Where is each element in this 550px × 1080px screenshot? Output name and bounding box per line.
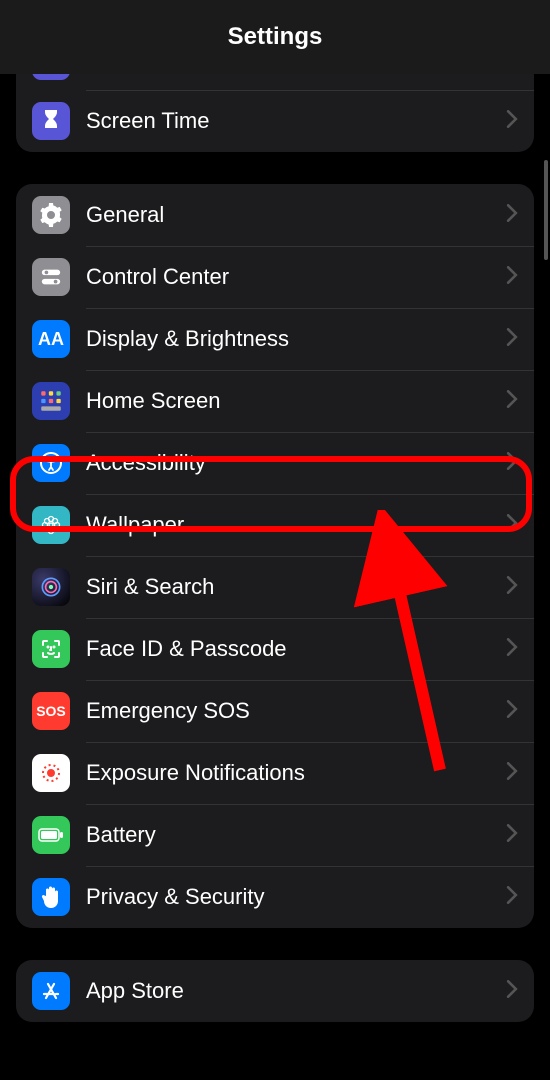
row-label: Privacy & Security <box>86 884 506 910</box>
accessibility-icon <box>32 444 70 482</box>
row-label: Display & Brightness <box>86 326 506 352</box>
chevron-right-icon <box>506 266 518 289</box>
face-id-icon <box>32 630 70 668</box>
chevron-right-icon <box>506 638 518 661</box>
row-label: Screen Time <box>86 108 506 134</box>
chevron-right-icon <box>506 204 518 227</box>
chevron-right-icon <box>506 700 518 723</box>
row-general[interactable]: General <box>16 184 534 246</box>
siri-icon <box>32 568 70 606</box>
settings-group-2: General Control Center AA Display & Brig… <box>16 184 534 928</box>
gear-icon <box>32 196 70 234</box>
settings-group-1: Focus Screen Time <box>16 74 534 152</box>
chevron-right-icon <box>506 452 518 475</box>
row-label: Exposure Notifications <box>86 760 506 786</box>
hourglass-icon <box>32 102 70 140</box>
battery-icon <box>32 816 70 854</box>
page-title: Settings <box>228 23 323 51</box>
row-siri-search[interactable]: Siri & Search <box>16 556 534 618</box>
row-app-store[interactable]: App Store <box>16 960 534 1022</box>
focus-icon <box>32 74 70 80</box>
chevron-right-icon <box>506 576 518 599</box>
text-size-icon: AA <box>32 320 70 358</box>
row-label: Siri & Search <box>86 574 506 600</box>
app-store-icon <box>32 972 70 1010</box>
row-exposure-notifications[interactable]: Exposure Notifications <box>16 742 534 804</box>
navbar: Settings <box>0 0 550 74</box>
row-label: App Store <box>86 978 506 1004</box>
hand-icon <box>32 878 70 916</box>
sos-icon: SOS <box>32 692 70 730</box>
home-grid-icon <box>32 382 70 420</box>
row-screen-time[interactable]: Screen Time <box>16 90 534 152</box>
row-label: Wallpaper <box>86 512 506 538</box>
settings-group-3: App Store <box>16 960 534 1022</box>
row-label: Accessibility <box>86 450 506 476</box>
chevron-right-icon <box>506 762 518 785</box>
row-label: Home Screen <box>86 388 506 414</box>
chevron-right-icon <box>506 110 518 133</box>
row-emergency-sos[interactable]: SOS Emergency SOS <box>16 680 534 742</box>
chevron-right-icon <box>506 824 518 847</box>
row-focus[interactable]: Focus <box>16 74 534 90</box>
row-label: Battery <box>86 822 506 848</box>
chevron-right-icon <box>506 886 518 909</box>
settings-scroll[interactable]: Focus Screen Time General <box>0 74 550 1080</box>
flower-icon <box>32 506 70 544</box>
row-label: General <box>86 202 506 228</box>
row-display-brightness[interactable]: AA Display & Brightness <box>16 308 534 370</box>
row-control-center[interactable]: Control Center <box>16 246 534 308</box>
chevron-right-icon <box>506 328 518 351</box>
toggles-icon <box>32 258 70 296</box>
row-home-screen[interactable]: Home Screen <box>16 370 534 432</box>
chevron-right-icon <box>506 514 518 537</box>
scrollbar[interactable] <box>544 160 548 260</box>
row-accessibility[interactable]: Accessibility <box>16 432 534 494</box>
row-label: Emergency SOS <box>86 698 506 724</box>
chevron-right-icon <box>506 390 518 413</box>
row-label: Control Center <box>86 264 506 290</box>
row-battery[interactable]: Battery <box>16 804 534 866</box>
row-privacy-security[interactable]: Privacy & Security <box>16 866 534 928</box>
chevron-right-icon <box>506 980 518 1003</box>
row-label: Face ID & Passcode <box>86 636 506 662</box>
exposure-icon <box>32 754 70 792</box>
row-wallpaper[interactable]: Wallpaper <box>16 494 534 556</box>
row-face-id[interactable]: Face ID & Passcode <box>16 618 534 680</box>
